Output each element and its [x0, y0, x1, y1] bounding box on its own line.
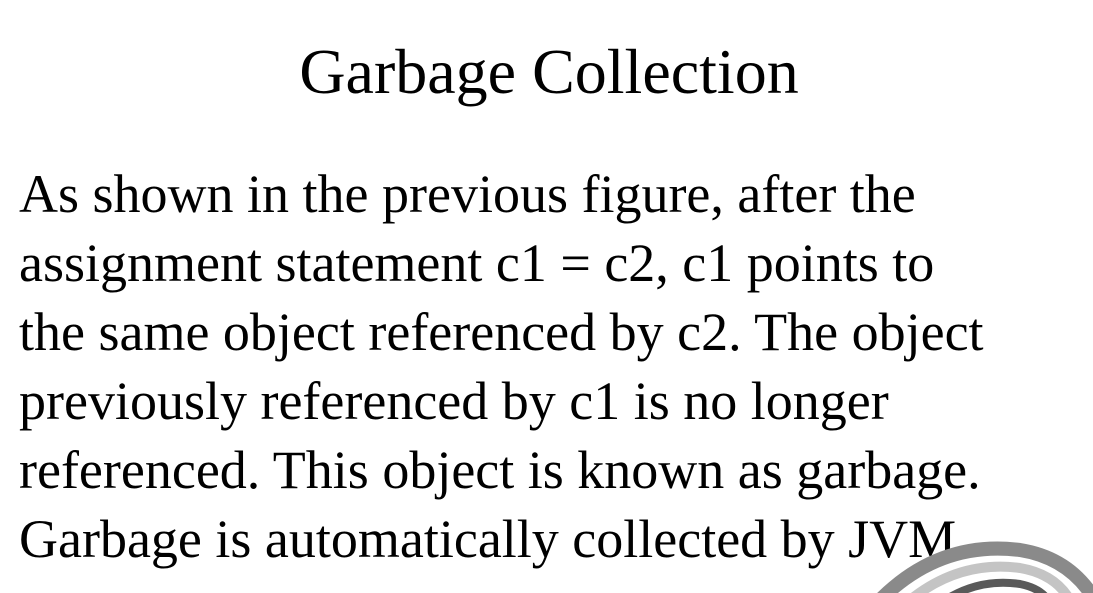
slide-body: As shown in the previous figure, after t…: [19, 160, 1091, 574]
body-line: referenced. This object is known as garb…: [19, 440, 981, 500]
slide: Garbage Collection As shown in the previ…: [0, 0, 1093, 593]
body-line: previously referenced by c1 is no longer: [19, 371, 889, 431]
body-line: Garbage is automatically collected by JV…: [19, 509, 970, 569]
slide-title: Garbage Collection: [299, 36, 799, 107]
body-line: As shown in the previous figure, after t…: [19, 164, 916, 224]
body-line: the same object referenced by c2. The ob…: [19, 302, 984, 362]
body-line: assignment statement c1 = c2, c1 points …: [19, 233, 935, 293]
